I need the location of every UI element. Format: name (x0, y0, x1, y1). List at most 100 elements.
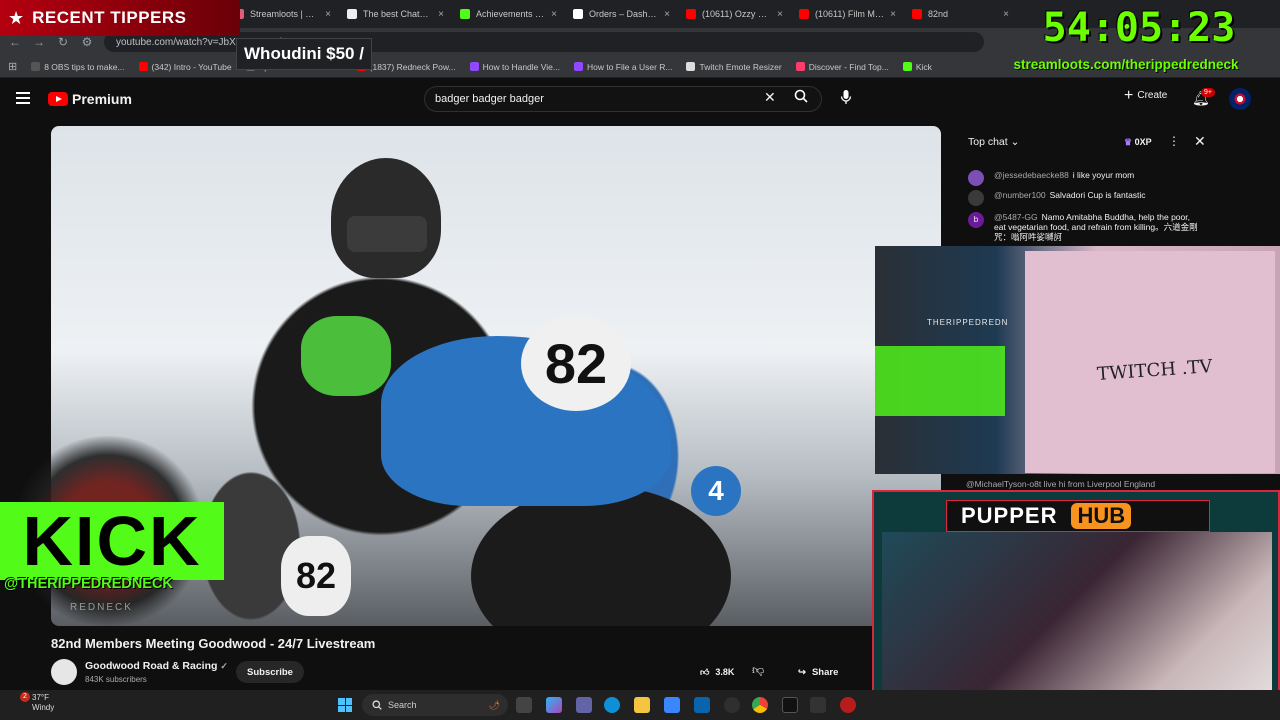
bookmark-item[interactable]: How to Handle Vie... (469, 62, 560, 72)
microphone-icon[interactable] (840, 89, 852, 107)
browser-tab[interactable]: Orders – Dashboa × (565, 0, 678, 28)
chat-message-body: @5487-GG Namo Amitabha Buddha, help the p… (994, 212, 1198, 242)
bike-number-plate-front: 82 (281, 536, 351, 616)
search-icon (372, 700, 382, 710)
bookmark-favicon-icon (138, 62, 148, 71)
reload-icon[interactable]: ↻ (56, 35, 70, 49)
create-button[interactable]: + Create (1124, 86, 1167, 104)
tab-favicon-icon (686, 9, 696, 19)
menu-icon[interactable] (16, 92, 30, 104)
chrome-icon[interactable] (752, 697, 768, 713)
app-icon[interactable] (810, 697, 826, 713)
webcam-overlay-top: THERIPPEDREDN TWITCH .TV (875, 246, 1280, 474)
webcam-brand-text: THERIPPEDREDN (927, 318, 1009, 327)
bookmark-favicon-icon (686, 62, 696, 71)
like-button[interactable]: 👍︎ 3.8K (690, 661, 744, 683)
youtube-header: Premium badger badger badger ✕ + Create … (0, 80, 1280, 120)
tab-favicon-icon (912, 9, 922, 19)
bookmark-label: How to File a User R... (586, 61, 673, 72)
streamloots-url: streamloots.com/therippedredneck (1013, 56, 1239, 72)
chat-message-body: @number100 Salvadori Cup is fantastic (994, 190, 1146, 206)
tab-title: (10611) Ozzy Osb (702, 9, 772, 19)
browser-tab[interactable]: Streamloots | The × (226, 0, 339, 28)
edge-icon[interactable] (604, 697, 620, 713)
teams-icon[interactable] (576, 697, 592, 713)
bookmark-favicon-icon (902, 62, 912, 71)
bookmark-favicon-icon (573, 62, 583, 71)
search-input[interactable]: badger badger badger (424, 86, 822, 112)
channel-name[interactable]: Goodwood Road & Racing ✓ (85, 660, 228, 672)
notification-count-badge: 9+ (1201, 88, 1215, 97)
kick-logo-text: KICK (0, 502, 224, 580)
bookmark-item[interactable]: (342) Intro - YouTube (138, 62, 232, 72)
account-avatar[interactable] (1229, 88, 1251, 110)
chat-author-avatar[interactable] (968, 170, 984, 186)
weather-widget[interactable]: 2 37°F Windy (8, 692, 54, 713)
obs-icon[interactable] (724, 697, 740, 713)
tab-close-icon[interactable]: × (664, 9, 670, 20)
forward-icon[interactable]: → (32, 35, 46, 49)
chat-author-name[interactable]: @number100 (994, 190, 1046, 200)
tab-close-icon[interactable]: × (325, 9, 331, 20)
tab-title: (10611) Film Mus (815, 9, 885, 19)
clear-search-icon[interactable]: ✕ (764, 89, 776, 106)
chat-mode-label: Top chat (968, 136, 1008, 148)
bike-number-plate: 82 (521, 316, 631, 411)
chat-author-name[interactable]: @jessedebaecke88 (994, 170, 1069, 180)
chat-message: @number100 Salvadori Cup is fantastic (968, 190, 1198, 206)
youtube-logo[interactable]: Premium (48, 91, 132, 107)
copilot-icon[interactable] (546, 697, 562, 713)
bookmark-item[interactable]: How to File a User R... (573, 61, 673, 72)
neon-sign (875, 346, 1005, 416)
chat-author-name[interactable]: @5487-GG (994, 212, 1038, 222)
chat-author-avatar[interactable] (968, 190, 984, 206)
screen: Elements×StreamElements -×Streamloots | … (0, 0, 1280, 720)
close-icon[interactable]: ✕ (1194, 133, 1206, 150)
bookmark-item[interactable]: Kick (902, 62, 932, 72)
chat-message: b @5487-GG Namo Amitabha Buddha, help the … (968, 212, 1198, 242)
browser-tab[interactable]: The best ChatBot × (339, 0, 452, 28)
bookmark-label: (1837) Redneck Pow... (369, 61, 456, 72)
browser-tab[interactable]: (10611) Film Mus × (791, 0, 904, 28)
channel-avatar[interactable] (51, 659, 77, 685)
browser-tab[interactable]: Achievements - K × (452, 0, 565, 28)
more-options-icon[interactable]: ⋮ (1168, 134, 1180, 148)
search-icon[interactable] (794, 89, 808, 106)
back-icon[interactable]: ← (8, 35, 22, 49)
subscribe-button[interactable]: Subscribe (236, 661, 304, 683)
bike-number-plate-background: 4 (691, 466, 741, 516)
tab-close-icon[interactable]: × (438, 9, 444, 20)
pupper-hub-webcam: PUPPER HUB (872, 490, 1280, 720)
tab-title: Achievements - K (476, 9, 546, 19)
tab-favicon-icon (347, 9, 357, 19)
browser-tab[interactable]: (10611) Ozzy Osb × (678, 0, 791, 28)
chat-message-body: @jessedebaecke88 i like yoyur mom (994, 170, 1134, 186)
video-scene-glove (301, 316, 391, 396)
chat-author-avatar[interactable]: b (968, 212, 984, 228)
outlook-icon[interactable] (694, 697, 710, 713)
logo-text: Premium (72, 91, 132, 107)
apps-grid-icon[interactable]: ⊞ (8, 60, 17, 73)
xp-indicator[interactable]: ♛ 0XP (1124, 137, 1152, 148)
windows-start-icon[interactable] (338, 698, 352, 712)
bookmark-label: Discover - Find Top... (808, 61, 889, 72)
chat-mode-dropdown[interactable]: Top chat ⌄ (968, 136, 1019, 148)
dts-icon[interactable] (840, 697, 856, 713)
bookmark-item[interactable]: Discover - Find Top... (795, 61, 889, 72)
terminal-icon[interactable] (782, 697, 798, 713)
bookmark-item[interactable]: Twitch Emote Resizer (686, 62, 782, 72)
share-button[interactable]: ↪ Share (790, 661, 846, 683)
tab-close-icon[interactable]: × (890, 9, 896, 20)
bookmark-label: 8 OBS tips to make... (44, 61, 125, 72)
dislike-icon[interactable]: 👎︎ (752, 663, 764, 678)
site-info-icon[interactable]: ⚙ (80, 35, 94, 49)
tab-close-icon[interactable]: × (551, 9, 557, 20)
file-explorer-icon[interactable] (634, 697, 650, 713)
task-view-icon[interactable] (516, 697, 532, 713)
bookmark-item[interactable]: 8 OBS tips to make... (31, 61, 125, 72)
chevron-down-icon: ⌄ (1010, 136, 1020, 148)
tab-close-icon[interactable]: × (777, 9, 783, 20)
taskbar-search[interactable]: Search 🌶︎ (362, 694, 508, 716)
store-icon[interactable] (664, 697, 680, 713)
plus-icon: + (1124, 86, 1134, 104)
